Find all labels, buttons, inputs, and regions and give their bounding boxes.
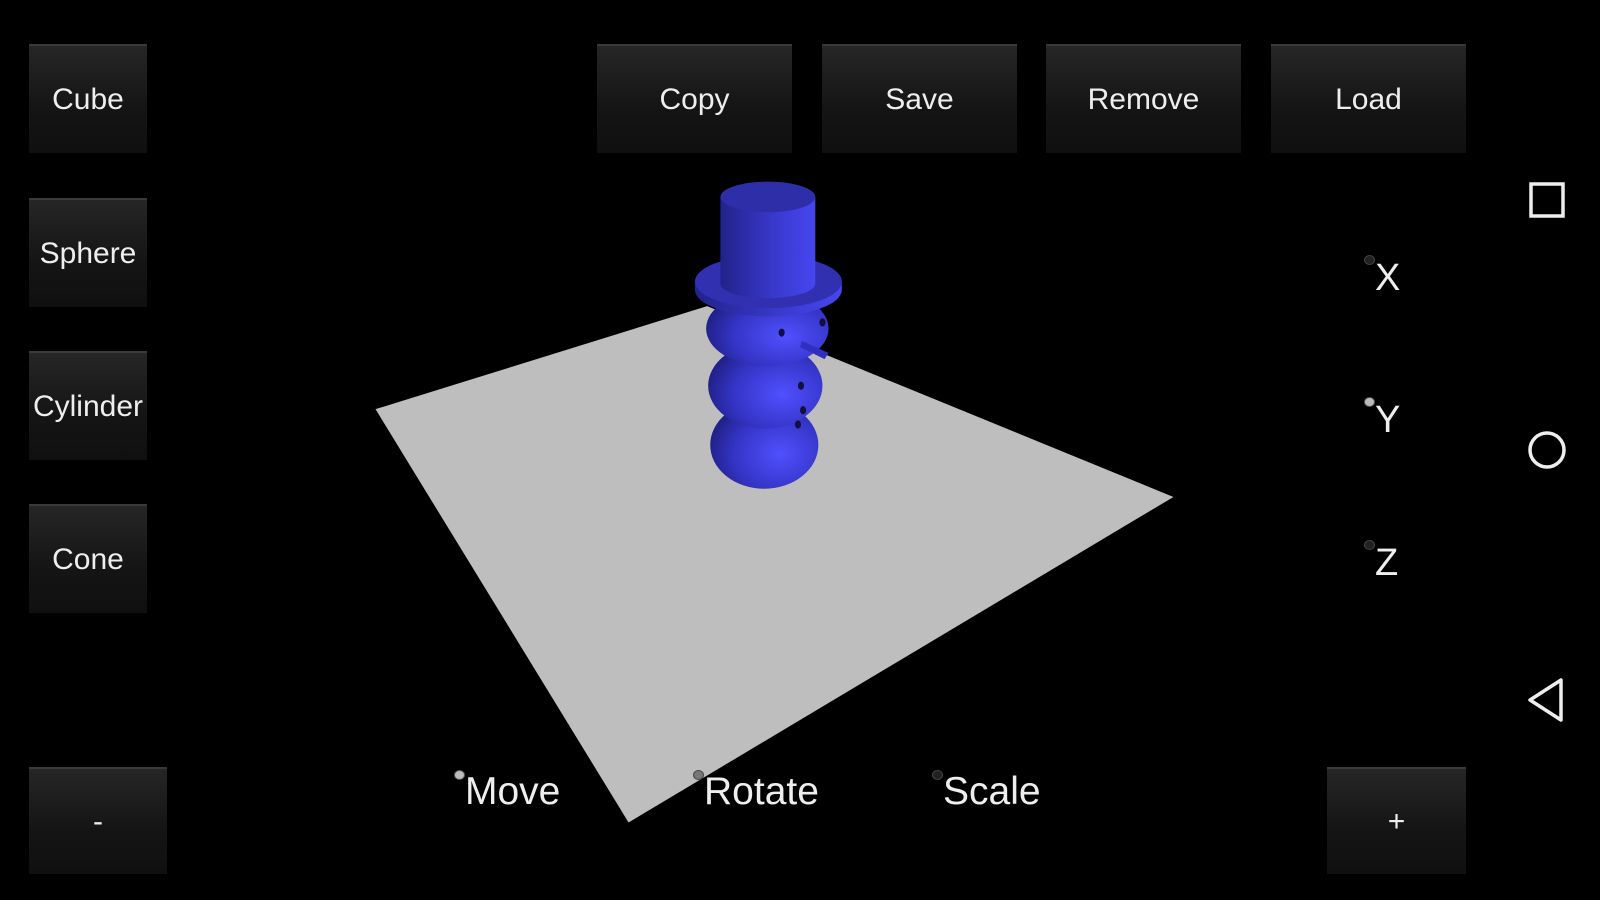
snowman-eye (778, 328, 785, 337)
radio-label: Scale (943, 770, 1041, 813)
copy-button[interactable]: Copy (597, 44, 792, 153)
snowman-eye (819, 318, 826, 327)
button-label: Cone (52, 542, 124, 576)
load-button[interactable]: Load (1271, 44, 1466, 153)
radio-dot (1364, 540, 1375, 550)
button-label: Copy (659, 82, 730, 116)
zoom-out-button[interactable]: - (29, 767, 167, 874)
button-label: Sphere (39, 236, 137, 270)
radio-label: Move (465, 770, 561, 813)
button-label: Cube (52, 82, 124, 116)
mode-radio-scale[interactable]: Scale (932, 770, 1041, 814)
back-triangle-icon[interactable] (1522, 675, 1572, 725)
snowman-button (797, 381, 805, 390)
snowman-button (800, 406, 807, 415)
save-button[interactable]: Save (822, 44, 1017, 153)
add-sphere-button[interactable]: Sphere (29, 198, 147, 307)
radio-dot (932, 770, 943, 780)
zoom-in-button[interactable]: + (1327, 767, 1466, 874)
add-cube-button[interactable]: Cube (29, 44, 147, 153)
radio-dot (1364, 255, 1375, 265)
mode-radio-move[interactable]: Move (454, 770, 560, 814)
home-circle-icon[interactable] (1522, 425, 1572, 475)
radio-dot (1364, 397, 1375, 407)
axis-radio-x[interactable]: X (1364, 255, 1400, 300)
axis-radio-z[interactable]: Z (1364, 540, 1398, 585)
axis-radio-y[interactable]: Y (1364, 397, 1400, 442)
mode-radio-rotate[interactable]: Rotate (693, 770, 819, 814)
button-label: Remove (1087, 82, 1200, 116)
add-cone-button[interactable]: Cone (29, 504, 147, 613)
radio-dot (693, 770, 704, 780)
radio-dot (454, 770, 465, 780)
remove-button[interactable]: Remove (1046, 44, 1241, 153)
radio-label: X (1375, 257, 1401, 299)
add-cylinder-button[interactable]: Cylinder (29, 351, 147, 460)
radio-label: Rotate (704, 770, 819, 813)
recents-square-icon[interactable] (1522, 175, 1572, 225)
button-label: Cylinder (32, 389, 144, 423)
button-label: + (1387, 804, 1406, 838)
button-label: Load (1335, 82, 1402, 116)
radio-label: Z (1375, 542, 1399, 584)
snowman-button (794, 420, 802, 429)
radio-label: Y (1375, 399, 1401, 441)
button-label: - (93, 804, 103, 838)
button-label: Save (885, 82, 954, 116)
hat-top (720, 181, 816, 213)
